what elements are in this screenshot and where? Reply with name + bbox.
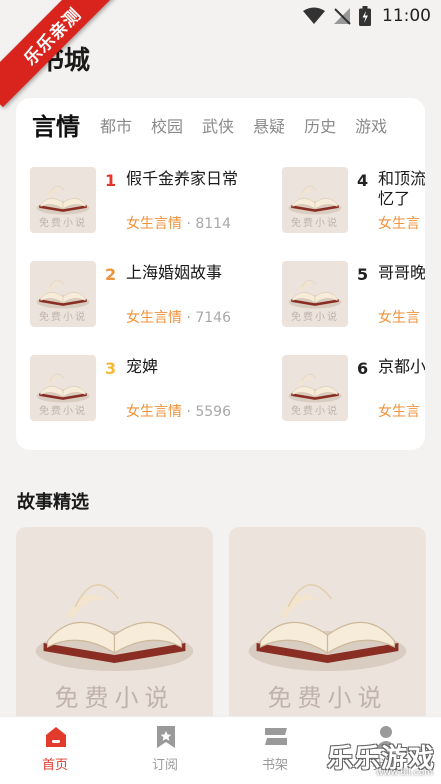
nav-subscribe-label: 订阅 xyxy=(151,758,178,773)
rank-item[interactable]: 免费小说 2 上海婚姻故事 女生言情 · 7146 xyxy=(30,261,290,327)
wifi-icon xyxy=(303,7,325,24)
read-count: 7146 xyxy=(195,310,231,326)
tab-history[interactable]: 历史 xyxy=(304,112,336,142)
book-title: 京都小 xyxy=(378,357,425,376)
book-genre: 女生言情 xyxy=(126,310,182,326)
book-title: 上海婚姻故事 xyxy=(126,263,223,282)
rank-number: 6 xyxy=(357,359,369,378)
tab-wuxia[interactable]: 武侠 xyxy=(202,112,234,142)
cover-caption: 免费小说 xyxy=(39,312,87,323)
rank-number: 2 xyxy=(105,265,117,284)
tab-campus[interactable]: 校园 xyxy=(151,112,183,142)
cover-caption: 免费小说 xyxy=(291,312,339,323)
battery-icon xyxy=(359,6,371,26)
book-meta: 女生言 xyxy=(378,213,420,233)
meta-separator: · xyxy=(186,310,191,326)
section-title: 故事精选 xyxy=(17,492,89,513)
book-genre: 女生言 xyxy=(378,310,420,326)
cover-caption: 免费小说 xyxy=(54,684,175,712)
category-tabs: 言情 都市 校园 武侠 悬疑 历史 游戏 xyxy=(32,112,406,142)
nav-bookshelf[interactable]: 书架 xyxy=(220,717,330,784)
book-cover: 免费小说 xyxy=(30,355,96,421)
bookmark-icon xyxy=(157,726,175,748)
book-cover: 免费小说 xyxy=(30,261,96,327)
status-icons xyxy=(303,6,371,26)
watermark-url: www.6ll.com xyxy=(376,768,433,778)
tab-suspense[interactable]: 悬疑 xyxy=(253,112,285,142)
tab-romance[interactable]: 言情 xyxy=(32,112,80,142)
rank-number: 5 xyxy=(357,265,369,284)
rank-item[interactable]: 免费小说 5 哥哥晚 女生言 xyxy=(282,261,425,327)
home-icon xyxy=(46,727,66,747)
book-cover: 免费小说 xyxy=(282,355,348,421)
nav-subscribe[interactable]: 订阅 xyxy=(110,717,220,784)
book-title-line2: 忆了 xyxy=(378,189,411,208)
cover-caption: 免费小说 xyxy=(291,406,339,417)
status-time: 11:00 xyxy=(382,6,431,26)
book-genre: 女生言情 xyxy=(126,216,182,232)
read-count: 5596 xyxy=(195,404,231,420)
book-cover: 免费小说 xyxy=(282,167,348,233)
meta-separator: · xyxy=(186,216,191,232)
book-meta: 女生言 xyxy=(378,307,420,327)
book-title: 假千金养家日常 xyxy=(126,169,239,188)
read-count: 8114 xyxy=(195,216,231,232)
meta-separator: · xyxy=(186,404,191,420)
rank-item[interactable]: 免费小说 4 和顶流 忆了 女生言 xyxy=(282,167,425,233)
book-cover: 免费小说 xyxy=(282,261,348,327)
nav-bookshelf-label: 书架 xyxy=(261,758,288,773)
tab-game[interactable]: 游戏 xyxy=(355,112,387,142)
book-meta: 女生言情 · 8114 xyxy=(126,213,231,233)
cover-caption: 免费小说 xyxy=(39,406,87,417)
cover-caption: 免费小说 xyxy=(267,684,388,712)
book-genre: 女生言 xyxy=(378,216,420,232)
book-meta: 女生言 xyxy=(378,401,420,421)
cover-caption: 免费小说 xyxy=(39,218,87,229)
rank-item[interactable]: 免费小说 3 宠婢 女生言情 · 5596 xyxy=(30,355,290,421)
rank-number: 4 xyxy=(357,171,369,190)
no-signal-icon xyxy=(334,8,351,25)
book-title: 和顶流 xyxy=(378,169,425,188)
rank-item[interactable]: 免费小说 1 假千金养家日常 女生言情 · 8114 xyxy=(30,167,290,233)
book-meta: 女生言情 · 5596 xyxy=(126,401,231,421)
rank-item[interactable]: 免费小说 6 京都小 女生言 xyxy=(282,355,425,421)
nav-home[interactable]: 首页 xyxy=(0,717,110,784)
featured-book-cover[interactable]: 免费小说 xyxy=(16,527,213,727)
book-genre: 女生言情 xyxy=(126,404,182,420)
book-title: 宠婢 xyxy=(126,357,159,376)
featured-book-cover[interactable]: 免费小说 xyxy=(229,527,426,727)
nav-home-label: 首页 xyxy=(41,758,68,773)
book-genre: 女生言 xyxy=(378,404,420,420)
rank-number: 1 xyxy=(105,171,117,190)
book-title: 哥哥晚 xyxy=(378,263,425,282)
ranking-card: 言情 都市 校园 武侠 悬疑 历史 游戏 免费小说 1 假千金养家日常 女生言情… xyxy=(16,98,425,450)
tab-urban[interactable]: 都市 xyxy=(100,112,132,142)
rank-number: 3 xyxy=(105,359,117,378)
book-cover: 免费小说 xyxy=(30,167,96,233)
cover-caption: 免费小说 xyxy=(291,218,339,229)
bookshelf-icon xyxy=(265,728,287,745)
book-meta: 女生言情 · 7146 xyxy=(126,307,231,327)
